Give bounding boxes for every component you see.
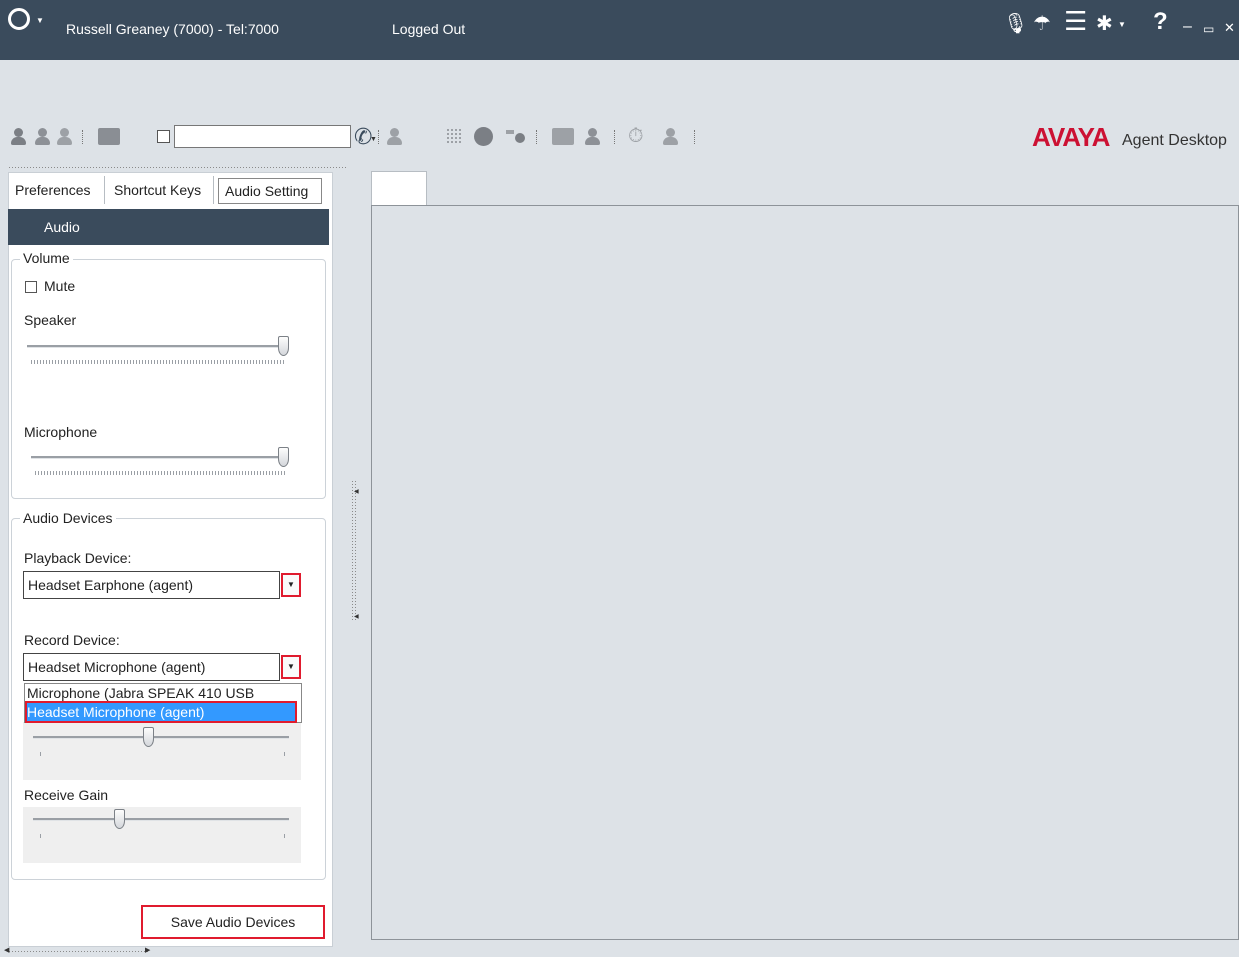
agent-login-icon[interactable] xyxy=(10,128,28,146)
title-bar: ▼ Russell Greaney (7000) - Tel:7000 Logg… xyxy=(0,0,1239,60)
toolbar-resize-grip[interactable] xyxy=(8,166,348,170)
panel-bottom-resize-grip[interactable] xyxy=(8,950,148,954)
transfer-icon[interactable] xyxy=(386,128,404,146)
record-device-dropdown-button[interactable]: ▼ xyxy=(281,655,301,679)
logo-menu-caret-icon[interactable]: ▼ xyxy=(36,16,44,25)
menu-icon[interactable]: ☰ xyxy=(1064,8,1087,34)
playback-device-label: Playback Device: xyxy=(24,550,132,566)
receive-gain-slider-thumb[interactable] xyxy=(113,809,125,829)
phonebook-icon[interactable] xyxy=(98,128,120,145)
product-name: Agent Desktop xyxy=(1122,132,1227,149)
agent-name: Russell Greaney (7000) - Tel:7000 xyxy=(66,21,279,37)
transmit-gain-tick xyxy=(284,752,285,756)
avaya-logo: AVAYA xyxy=(1032,122,1110,152)
clock-icon[interactable] xyxy=(474,127,493,146)
receive-gain-label: Receive Gain xyxy=(24,787,109,803)
record-device-dropdown-list: Microphone (Jabra SPEAK 410 USB Headset … xyxy=(24,683,302,723)
receive-gain-tick xyxy=(284,834,285,838)
record-device-select[interactable]: Headset Microphone (agent) xyxy=(23,653,280,681)
work-item-tab[interactable] xyxy=(371,171,427,206)
agent-status-icon[interactable] xyxy=(584,128,602,146)
directory-search-icon[interactable] xyxy=(552,128,574,145)
collapse-left-arrow-icon[interactable]: ◀ xyxy=(4,946,9,954)
conference-icon[interactable] xyxy=(506,128,528,146)
playback-device-dropdown-button[interactable]: ▼ xyxy=(281,573,301,597)
toolbar-separator xyxy=(536,130,539,144)
playback-device-select[interactable]: Headset Earphone (agent) xyxy=(23,571,280,599)
splitter-collapse-left-icon[interactable]: ◀ xyxy=(354,488,359,495)
record-device-option[interactable]: Microphone (Jabra SPEAK 410 USB xyxy=(27,684,254,702)
receive-gain-box xyxy=(23,807,301,863)
toolbar-separator xyxy=(694,130,697,144)
dial-checkbox[interactable] xyxy=(157,130,170,143)
splitter-collapse-right-icon[interactable]: ◀ xyxy=(354,613,359,620)
microphone-slider-track[interactable] xyxy=(31,456,289,459)
speaker-slider-track[interactable] xyxy=(27,345,289,348)
microphone-label: Microphone xyxy=(24,424,98,440)
transmit-gain-tick xyxy=(40,752,41,756)
save-audio-devices-button[interactable]: Save Audio Devices xyxy=(141,905,325,939)
speaker-slider-thumb[interactable] xyxy=(278,336,289,356)
close-icon[interactable]: ✕ xyxy=(1224,18,1235,38)
dialpad-icon[interactable] xyxy=(446,128,462,144)
headset-status-icon[interactable]: ☂︎ xyxy=(1033,14,1051,34)
settings-gear-icon[interactable]: ✱ xyxy=(1096,14,1113,34)
speaker-slider-ticks xyxy=(31,360,285,364)
transmit-gain-slider-thumb[interactable] xyxy=(143,727,155,747)
tab-shortcut-keys[interactable]: Shortcut Keys xyxy=(108,176,214,204)
help-icon[interactable]: ? xyxy=(1153,10,1168,34)
receive-gain-tick xyxy=(40,834,41,838)
app-logo-icon[interactable] xyxy=(8,8,30,30)
volume-legend: Volume xyxy=(20,250,73,266)
settings-caret-icon[interactable]: ▼ xyxy=(1118,20,1126,29)
work-area xyxy=(371,205,1239,940)
transmit-gain-box xyxy=(23,722,301,780)
collapse-right-arrow-icon[interactable]: ▶ xyxy=(145,946,150,954)
make-call-caret-icon[interactable]: ▼ xyxy=(370,136,377,143)
maximize-icon[interactable]: ▭ xyxy=(1203,19,1214,39)
mute-label: Mute xyxy=(44,278,76,294)
receive-gain-slider-track[interactable] xyxy=(33,818,289,821)
tab-preferences[interactable]: Preferences xyxy=(9,176,105,204)
callback-timer-icon[interactable]: ⏱︎ xyxy=(628,125,644,148)
supervisor-icon[interactable] xyxy=(662,128,680,146)
dial-input[interactable] xyxy=(174,125,351,148)
agent-search-icon[interactable] xyxy=(56,128,74,146)
microphone-slider-thumb[interactable] xyxy=(278,447,289,467)
toolbar-separator xyxy=(614,130,617,144)
record-device-option-selected[interactable]: Headset Microphone (agent) xyxy=(25,701,297,723)
microphone-icon[interactable]: 🎙︎ xyxy=(1003,14,1028,34)
microphone-slider-ticks xyxy=(35,471,285,475)
toolbar-separator xyxy=(82,130,85,144)
transmit-gain-slider-track[interactable] xyxy=(33,736,289,739)
audio-section-header: Audio xyxy=(8,209,329,245)
minimize-icon[interactable]: – xyxy=(1183,17,1192,37)
speaker-label: Speaker xyxy=(24,312,77,328)
record-device-label: Record Device: xyxy=(24,632,120,648)
agent-state[interactable]: Logged Out xyxy=(392,21,465,37)
audio-devices-legend: Audio Devices xyxy=(20,510,116,526)
mute-checkbox[interactable] xyxy=(25,281,37,293)
toolbar-separator xyxy=(378,130,381,144)
panel-splitter[interactable] xyxy=(351,480,357,620)
tab-audio-setting[interactable]: Audio Setting xyxy=(218,178,322,204)
agent-ready-icon[interactable] xyxy=(34,128,52,146)
